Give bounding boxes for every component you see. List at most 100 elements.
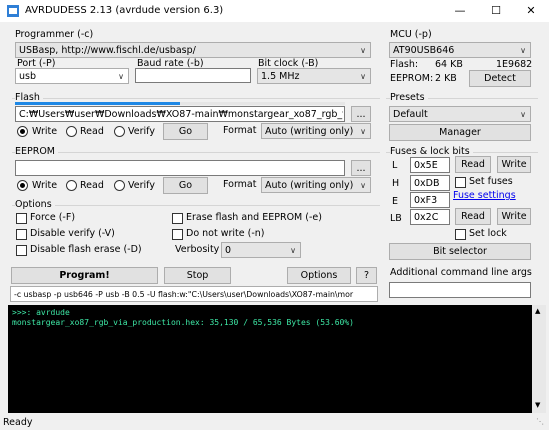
- stop-button[interactable]: Stop: [164, 267, 231, 284]
- baud-rate-input[interactable]: [135, 68, 251, 83]
- mcu-select[interactable]: AT90USB646 ∨: [389, 42, 531, 58]
- flash-format-label: Format: [223, 125, 257, 136]
- no-write-label: Do not write (-n): [186, 228, 265, 239]
- flash-format-select[interactable]: Auto (writing only) ∨: [261, 123, 371, 139]
- console-line: >>>: avrdude: [12, 308, 70, 317]
- port-value: usb: [19, 71, 37, 82]
- disable-flash-erase-label: Disable flash erase (-D): [30, 244, 142, 255]
- set-lock-checkbox[interactable]: [455, 229, 466, 240]
- mcu-flash-value: 64 KB: [435, 59, 463, 70]
- bitclock-select[interactable]: 1.5 MHz ∨: [257, 68, 371, 84]
- preset-manager-button[interactable]: Manager: [389, 124, 531, 141]
- chevron-down-icon: ∨: [360, 181, 366, 190]
- erase-checkbox[interactable]: [172, 213, 183, 224]
- maximize-button[interactable]: ☐: [478, 0, 514, 22]
- command-line-field[interactable]: -c usbasp -p usb646 -P usb -B 0.5 -U fla…: [10, 286, 378, 302]
- fuse-l-input[interactable]: 0x5E: [410, 157, 450, 173]
- chevron-down-icon: ∨: [290, 246, 296, 255]
- fuse-e-input[interactable]: 0xF3: [410, 192, 450, 208]
- presets-select[interactable]: Default ∨: [389, 106, 531, 122]
- minimize-icon: —: [454, 4, 466, 17]
- presets-group-label: Presets: [390, 92, 428, 104]
- fuse-write-button[interactable]: Write: [497, 156, 531, 173]
- scroll-up-icon: ▲: [535, 307, 541, 315]
- verbosity-select[interactable]: 0 ∨: [221, 242, 301, 258]
- program-button[interactable]: Program!: [11, 267, 158, 284]
- flash-group-divider: [12, 98, 380, 99]
- flash-read-radio[interactable]: [66, 126, 77, 137]
- flash-browse-button[interactable]: ...: [351, 106, 371, 122]
- bitclock-value: 1.5 MHz: [261, 71, 300, 82]
- options-group-label: Options: [15, 199, 55, 211]
- mcu-flash-label: Flash:: [390, 59, 419, 70]
- eeprom-go-button[interactable]: Go: [163, 177, 208, 194]
- console-output-extension: [380, 305, 532, 413]
- flash-go-button[interactable]: Go: [163, 123, 208, 140]
- fuse-settings-link[interactable]: Fuse settings: [453, 190, 516, 202]
- eeprom-browse-button[interactable]: ...: [351, 160, 371, 176]
- fuse-h-label: H: [392, 178, 400, 189]
- options-button[interactable]: Options: [287, 267, 351, 284]
- chevron-down-icon: ∨: [520, 110, 526, 119]
- chevron-down-icon: ∨: [520, 46, 526, 55]
- console-scrollbar[interactable]: ▲ ▼: [532, 305, 546, 413]
- eeprom-write-label: Write: [32, 180, 58, 191]
- additional-args-label: Additional command line args: [390, 267, 532, 278]
- title-bar: AVRDUDESS 2.13 (avrdude version 6.3) — ☐…: [0, 0, 549, 22]
- window-title: AVRDUDESS 2.13 (avrdude version 6.3): [25, 5, 224, 16]
- eeprom-group-label: EEPROM: [15, 146, 59, 158]
- fuse-lb-label: LB: [390, 213, 402, 224]
- set-lock-label: Set lock: [469, 228, 507, 239]
- app-icon: [7, 5, 19, 17]
- minimize-button[interactable]: —: [442, 0, 478, 22]
- eeprom-verify-radio[interactable]: [114, 180, 125, 191]
- disable-verify-checkbox[interactable]: [16, 229, 27, 240]
- eeprom-group-divider: [12, 152, 380, 153]
- fuse-l-label: L: [392, 160, 398, 171]
- programmer-select[interactable]: USBasp, http://www.fischl.de/usbasp/ ∨: [15, 42, 371, 58]
- chevron-down-icon: ∨: [360, 72, 366, 81]
- flash-read-label: Read: [80, 126, 104, 137]
- resize-grip-icon[interactable]: ⋱: [536, 417, 544, 426]
- flash-write-label: Write: [32, 126, 58, 137]
- help-button[interactable]: ?: [356, 267, 377, 284]
- fuse-h-input[interactable]: 0xDB: [410, 175, 450, 191]
- port-select[interactable]: usb ∨: [15, 68, 129, 84]
- scroll-down-icon: ▼: [535, 401, 541, 409]
- flash-verify-radio[interactable]: [114, 126, 125, 137]
- chevron-down-icon: ∨: [360, 127, 366, 136]
- mcu-eeprom-value: 2 KB: [435, 73, 457, 84]
- eeprom-read-label: Read: [80, 180, 104, 191]
- eeprom-format-select[interactable]: Auto (writing only) ∨: [261, 177, 371, 193]
- detect-button[interactable]: Detect: [469, 70, 531, 87]
- force-checkbox[interactable]: [16, 213, 27, 224]
- lock-read-button[interactable]: Read: [455, 208, 491, 225]
- set-fuses-label: Set fuses: [469, 176, 513, 187]
- options-group-divider: [12, 205, 380, 206]
- flash-file-input[interactable]: C:₩Users₩user₩Downloads₩XO87-main₩monsta…: [15, 106, 345, 122]
- eeprom-verify-label: Verify: [128, 180, 155, 191]
- erase-label: Erase flash and EEPROM (-e): [186, 212, 322, 223]
- lock-write-button[interactable]: Write: [497, 208, 531, 225]
- close-button[interactable]: ✕: [513, 0, 549, 22]
- force-label: Force (-F): [30, 212, 76, 223]
- eeprom-write-radio[interactable]: [17, 180, 28, 191]
- mcu-eeprom-label: EEPROM:: [390, 73, 434, 84]
- bit-selector-button[interactable]: Bit selector: [389, 243, 531, 260]
- fuse-lb-input[interactable]: 0x2C: [410, 209, 450, 225]
- no-write-checkbox[interactable]: [172, 229, 183, 240]
- additional-args-input[interactable]: [389, 282, 531, 298]
- console-output[interactable]: >>>: avrdude monstargear_xo87_rgb_via_pro…: [8, 305, 380, 413]
- eeprom-read-radio[interactable]: [66, 180, 77, 191]
- eeprom-file-input[interactable]: [15, 160, 345, 176]
- set-fuses-checkbox[interactable]: [455, 177, 466, 188]
- close-icon: ✕: [526, 4, 536, 17]
- mcu-group-label: MCU (-p): [390, 29, 432, 40]
- disable-flash-erase-checkbox[interactable]: [16, 245, 27, 256]
- chevron-down-icon: ∨: [118, 72, 124, 81]
- disable-verify-label: Disable verify (-V): [30, 228, 115, 239]
- chevron-down-icon: ∨: [360, 46, 366, 55]
- flash-verify-label: Verify: [128, 126, 155, 137]
- fuse-read-button[interactable]: Read: [455, 156, 491, 173]
- flash-write-radio[interactable]: [17, 126, 28, 137]
